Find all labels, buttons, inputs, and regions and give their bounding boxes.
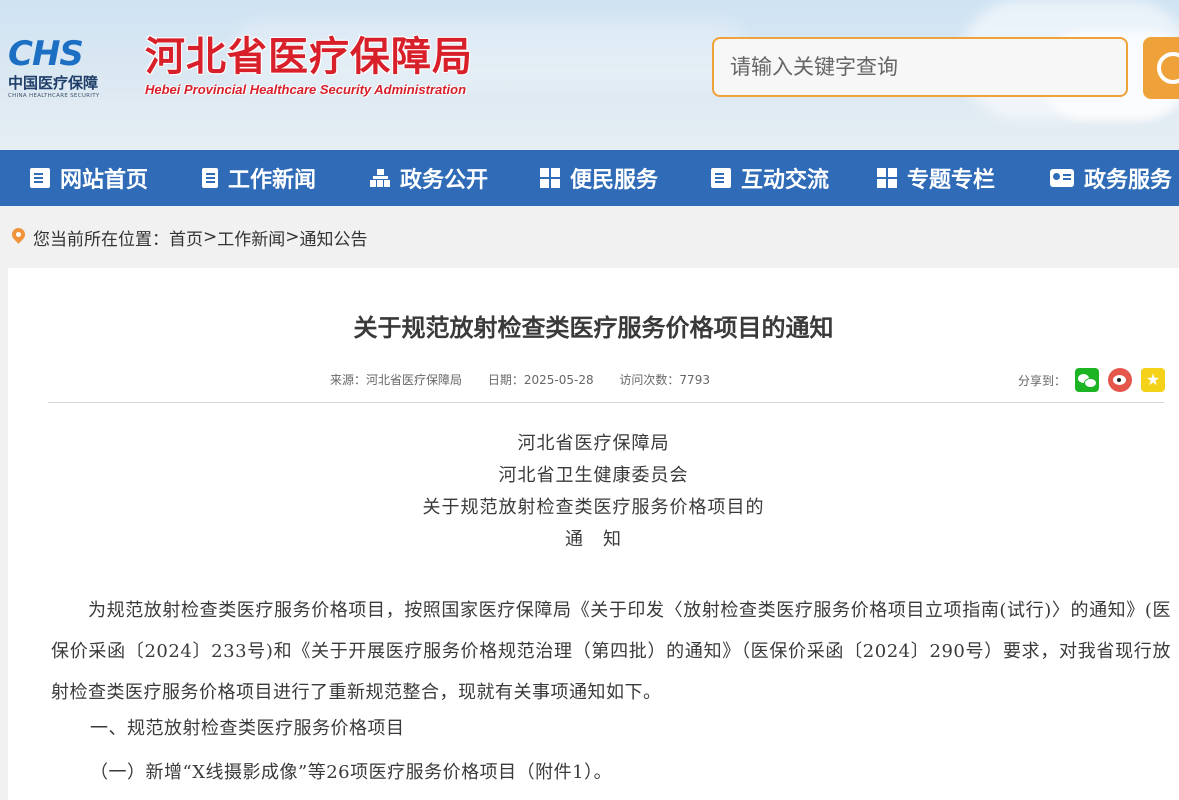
- header-banner: CHS 中国医疗保障 CHINA HEALTHCARE SECURITY 河北省…: [0, 0, 1179, 150]
- nav-item-gov-services[interactable]: 政务服务: [1050, 150, 1172, 206]
- nav-item-label: 政务公开: [400, 168, 489, 193]
- breadcrumb-notices[interactable]: 通知公告: [300, 225, 368, 250]
- article-panel: 关于规范放射检查类医疗服务价格项目的通知 来源：河北省医疗保障局 日期：2025…: [8, 268, 1179, 800]
- nav-item-special-topics[interactable]: 专题专栏: [877, 150, 995, 206]
- nav-item-services[interactable]: 便民服务: [540, 150, 658, 206]
- article-source: 来源：河北省医疗保障局: [330, 373, 463, 387]
- nav-item-public-affairs[interactable]: 政务公开: [370, 150, 488, 206]
- logo-cn-text: 中国医疗保障: [8, 74, 99, 92]
- logo-en-text: CHINA HEALTHCARE SECURITY: [8, 93, 100, 99]
- site-title-cn: 河北省医疗保障局: [145, 33, 473, 80]
- document-heading: 河北省医疗保障局 河北省卫生健康委员会 关于规范放射检查类医疗服务价格项目的 通…: [8, 428, 1179, 556]
- id-card-icon: [1050, 169, 1074, 187]
- search-button[interactable]: [1143, 37, 1179, 99]
- heading-line: 关于规范放射检查类医疗服务价格项目的: [422, 497, 765, 518]
- nav-item-label: 网站首页: [60, 168, 149, 193]
- wechat-share-icon[interactable]: [1075, 368, 1100, 392]
- breadcrumb-prefix: 您当前所在位置：: [33, 229, 169, 250]
- search-icon: [1157, 52, 1179, 84]
- logo-mark: CHS: [8, 34, 84, 74]
- grid-icon: [540, 168, 560, 188]
- main-nav: 网站首页 工作新闻 政务公开 便民服务 互动交流 专题专栏 政务服务: [0, 150, 1179, 206]
- nav-item-label: 互动交流: [741, 168, 830, 193]
- nav-item-label: 工作新闻: [228, 168, 317, 193]
- breadcrumb-separator: >: [203, 227, 218, 247]
- nav-item-news[interactable]: 工作新闻: [202, 150, 316, 206]
- breadcrumb-work-news[interactable]: 工作新闻: [217, 225, 285, 250]
- search-input[interactable]: [712, 37, 1128, 97]
- breadcrumb-home[interactable]: 首页: [169, 225, 203, 250]
- article-date: 日期：2025-05-28: [487, 373, 594, 387]
- nav-item-label: 专题专栏: [907, 168, 996, 193]
- chs-logo[interactable]: CHS 中国医疗保障 CHINA HEALTHCARE SECURITY: [8, 36, 120, 106]
- article-title: 关于规范放射检查类医疗服务价格项目的通知: [353, 314, 834, 342]
- heading-line: 通 知: [565, 529, 622, 550]
- document-icon: [30, 168, 50, 188]
- article-meta: 来源：河北省医疗保障局 日期：2025-05-28 访问次数：7793: [330, 371, 732, 388]
- divider: [48, 402, 1164, 403]
- site-title-en: Hebei Provincial Healthcare Security Adm…: [145, 82, 467, 97]
- site-title[interactable]: 河北省医疗保障局 Hebei Provincial Healthcare Sec…: [145, 34, 473, 98]
- grid-icon: [877, 168, 897, 188]
- share-bar: 分享到： ★: [1018, 368, 1166, 392]
- nav-item-label: 便民服务: [570, 168, 659, 193]
- location-pin-icon: [9, 224, 28, 244]
- nav-item-interaction[interactable]: 互动交流: [711, 150, 829, 206]
- weibo-share-icon[interactable]: [1108, 368, 1133, 392]
- qzone-share-icon[interactable]: ★: [1141, 368, 1166, 392]
- section-heading: 一、规范放射检查类医疗服务价格项目: [90, 718, 405, 739]
- nav-item-home[interactable]: 网站首页: [30, 150, 148, 206]
- body-paragraph: 为规范放射检查类医疗服务价格项目，按照国家医疗保障局《关于印发〈放射检查类医疗服…: [51, 600, 1171, 703]
- body-paragraph: （一）新增“X线摄影成像”等26项医疗服务价格项目（附件1）。: [90, 762, 613, 783]
- share-label: 分享到：: [1018, 373, 1067, 388]
- document-icon: [711, 168, 731, 188]
- article-views: 访问次数：7793: [619, 373, 710, 387]
- breadcrumb-separator: >: [285, 227, 300, 247]
- heading-line: 河北省卫生健康委员会: [498, 465, 689, 486]
- heading-line: 河北省医疗保障局: [517, 433, 670, 454]
- breadcrumb: 您当前所在位置： 首页 > 工作新闻 > 通知公告: [0, 206, 1179, 268]
- bookmark-doc-icon: [202, 168, 218, 188]
- nav-item-label: 政务服务: [1084, 168, 1173, 193]
- org-tree-icon: [370, 168, 390, 188]
